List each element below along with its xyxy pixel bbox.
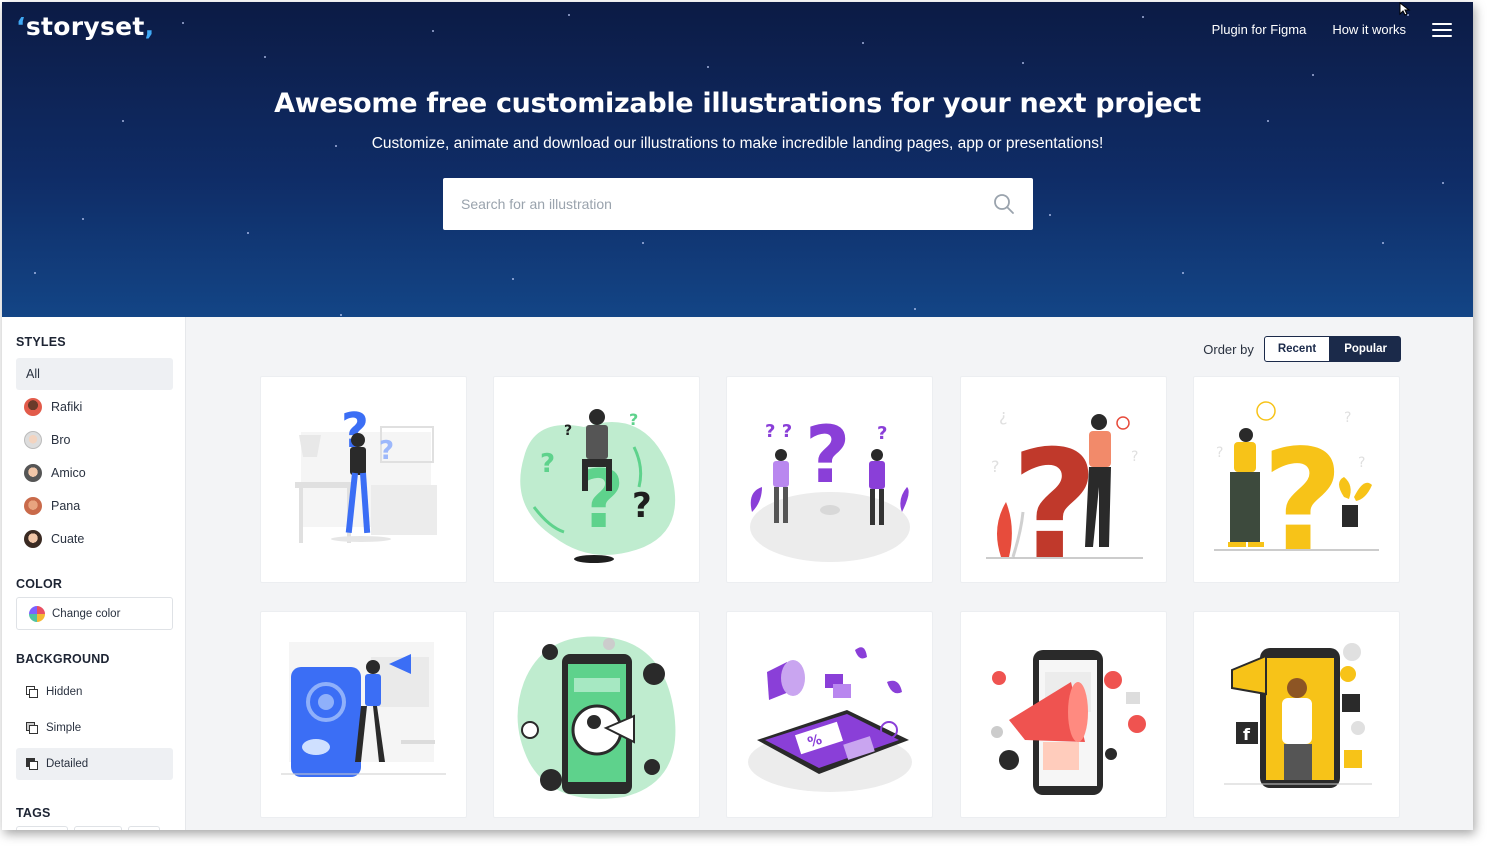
svg-text:?: ? xyxy=(1344,410,1351,426)
tag-chip[interactable] xyxy=(74,826,122,830)
layers-simple-icon xyxy=(26,722,38,734)
change-color-button[interactable]: Change color xyxy=(16,597,173,630)
search-bar xyxy=(443,178,1033,230)
discount-tablet-purple-illustration: % xyxy=(748,647,912,792)
style-label: Rafiki xyxy=(51,400,83,414)
tag-chip[interactable] xyxy=(128,826,160,830)
tags-heading: TAGS xyxy=(16,806,51,820)
hamburger-menu-icon[interactable] xyxy=(1432,22,1452,37)
illustration-card[interactable]: ? ? xyxy=(260,376,467,583)
background-heading: BACKGROUND xyxy=(16,652,110,666)
filter-sidebar: STYLES All Rafiki Bro Amico Pana Cuate C… xyxy=(2,317,186,830)
svg-text:?: ? xyxy=(564,423,572,439)
order-popular-button[interactable]: Popular xyxy=(1330,336,1401,362)
svg-text:?: ? xyxy=(877,423,887,444)
tag-chip[interactable] xyxy=(16,826,68,830)
question-person-blue-illustration: ? ? xyxy=(295,403,437,543)
change-color-label: Change color xyxy=(52,607,121,620)
question-two-people-purple-illustration: ? ? ? ? xyxy=(750,411,910,562)
hero-banner: ‘storyset, Plugin for Figma How it works… xyxy=(2,2,1473,317)
background-option-detailed[interactable]: Detailed xyxy=(16,748,173,780)
illustration-card[interactable]: ? ? ? ? xyxy=(1193,376,1400,583)
svg-text:?: ? xyxy=(1358,455,1365,471)
svg-text:?: ? xyxy=(1216,445,1223,461)
style-filter-pana[interactable]: Pana xyxy=(16,490,173,522)
layers-detailed-icon xyxy=(26,758,38,770)
style-label: Amico xyxy=(51,466,86,480)
bro-avatar-icon xyxy=(24,431,42,449)
illustration-card[interactable] xyxy=(493,611,700,818)
illustration-card[interactable]: % xyxy=(726,611,933,818)
illustration-card[interactable]: ? ? ? ? ? xyxy=(493,376,700,583)
svg-text:?: ? xyxy=(991,457,1000,476)
layers-hidden-icon xyxy=(26,686,38,698)
search-icon[interactable] xyxy=(993,193,1015,215)
order-by-label: Order by xyxy=(1203,341,1254,357)
style-label: Cuate xyxy=(51,532,85,546)
question-woman-red-illustration: ? ¿ ? ? xyxy=(986,406,1143,582)
illustration-card[interactable]: f xyxy=(1193,611,1400,818)
style-filter-amico[interactable]: Amico xyxy=(16,457,173,489)
svg-text:?: ? xyxy=(629,410,638,429)
styles-heading: STYLES xyxy=(16,335,66,349)
background-option-hidden[interactable]: Hidden xyxy=(16,676,173,708)
illustration-card[interactable]: ? ? ? ? xyxy=(726,376,933,583)
megaphone-phone-blue-illustration xyxy=(281,642,446,777)
cuate-avatar-icon xyxy=(24,530,42,548)
svg-text:?: ? xyxy=(805,411,850,501)
svg-text:?: ? xyxy=(379,436,394,466)
illustration-card[interactable] xyxy=(260,611,467,818)
storyset-logo[interactable]: ‘storyset, xyxy=(16,12,154,41)
question-person-green-illustration: ? ? ? ? ? xyxy=(520,409,676,563)
style-label: Pana xyxy=(51,499,81,513)
order-recent-button[interactable]: Recent xyxy=(1263,336,1331,362)
search-input[interactable] xyxy=(461,196,993,212)
style-filter-all[interactable]: All xyxy=(16,358,173,390)
megaphone-man-yellow-illustration: f xyxy=(1224,643,1372,788)
amico-avatar-icon xyxy=(24,464,42,482)
nav-plugin-figma[interactable]: Plugin for Figma xyxy=(1212,22,1307,37)
background-option-simple[interactable]: Simple xyxy=(16,712,173,744)
svg-text:?: ? xyxy=(540,449,555,479)
pana-avatar-icon xyxy=(24,497,42,515)
browser-page: ‘storyset, Plugin for Figma How it works… xyxy=(2,2,1473,830)
rafiki-avatar-icon xyxy=(24,398,42,416)
social-media-phone-green-illustration xyxy=(517,636,676,799)
style-label: Bro xyxy=(51,433,71,447)
style-filter-cuate[interactable]: Cuate xyxy=(16,523,173,555)
svg-text:f: f xyxy=(1243,725,1251,744)
svg-text:?: ? xyxy=(632,486,652,526)
hero-subtitle: Customize, animate and download our illu… xyxy=(371,135,1104,152)
megaphone-phone-red-illustration xyxy=(991,650,1146,795)
color-wheel-icon xyxy=(29,605,45,622)
background-label: Hidden xyxy=(46,686,83,698)
background-label: Detailed xyxy=(46,758,89,770)
svg-text:? ?: ? ? xyxy=(765,421,792,442)
order-by-control: Order by Recent Popular xyxy=(1203,336,1401,362)
background-label: Simple xyxy=(46,722,82,734)
style-filter-rafiki[interactable]: Rafiki xyxy=(16,391,173,423)
svg-text:?: ? xyxy=(1262,420,1343,583)
mouse-cursor-icon xyxy=(1399,2,1411,16)
style-label: All xyxy=(26,367,40,381)
illustration-card[interactable] xyxy=(960,611,1167,818)
nav-how-it-works[interactable]: How it works xyxy=(1332,22,1406,37)
style-filter-bro[interactable]: Bro xyxy=(16,424,173,456)
illustration-card[interactable]: ? ¿ ? ? xyxy=(960,376,1167,583)
question-man-yellow-illustration: ? ? ? ? xyxy=(1214,401,1379,583)
hero-title: Awesome free customizable illustrations … xyxy=(274,88,1201,119)
svg-text:¿: ¿ xyxy=(999,406,1008,425)
svg-text:?: ? xyxy=(1131,449,1138,465)
color-heading: COLOR xyxy=(16,577,63,591)
top-nav: Plugin for Figma How it works xyxy=(1212,22,1452,37)
